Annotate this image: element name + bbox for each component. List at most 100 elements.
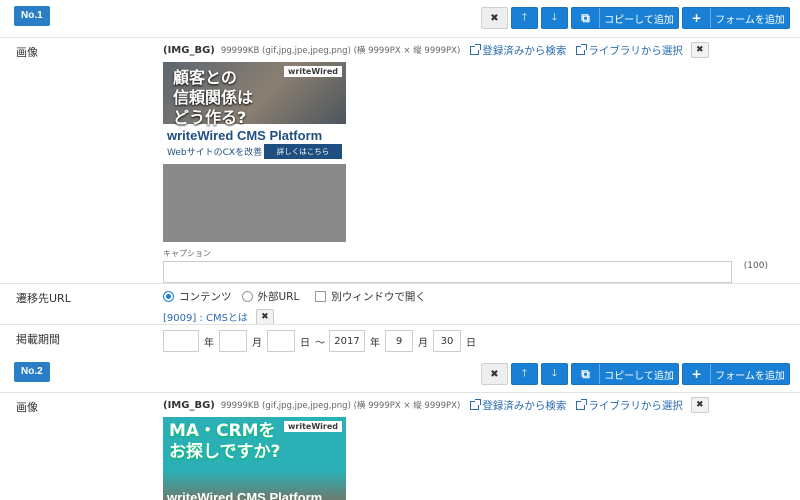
search-registered-link[interactable]: 登録済みから検索 [470, 43, 566, 58]
banner-product: writeWired CMS Platform [167, 490, 323, 500]
linked-content-line: [9009] : CMSとは ✖ [163, 309, 436, 325]
image-key: (IMG_BG) [163, 44, 215, 56]
range-tilde: 〜 [315, 337, 325, 349]
day-unit: 日 [300, 337, 310, 349]
caption-label: キャプション [163, 249, 211, 258]
new-window-option[interactable]: 別ウィンドウで開く [315, 289, 426, 304]
block-number-badge: No.2 [14, 362, 50, 382]
radio-contents-label: コンテンツ [179, 290, 232, 303]
delete-block-button[interactable]: ✖ [481, 363, 508, 385]
new-window-label: 別ウィンドウで開く [331, 290, 426, 303]
clear-image-button[interactable]: ✖ [690, 397, 709, 413]
image-key: (IMG_BG) [163, 399, 215, 411]
day-unit: 日 [466, 337, 476, 349]
image-header: (IMG_BG) 99999KB (gif,jpg,jpe,jpeg,png) … [163, 41, 732, 59]
copy-add-label: コピーして追加 [604, 370, 674, 382]
move-down-button[interactable]: 🡓 [541, 363, 568, 385]
block-toolbar: ✖ 🡑 🡓 ⧉ コピーして追加 + フォームを追加 [481, 363, 790, 385]
banner-text-panel: writeWired CMS Platform WebサイトのCXを改善 詳しく… [163, 124, 346, 164]
copy-icon: ⧉ [572, 364, 600, 384]
move-up-button[interactable]: 🡑 [511, 7, 538, 29]
clear-link-button[interactable]: ✖ [255, 309, 274, 325]
caption-textarea[interactable] [163, 261, 732, 283]
end-month-input[interactable]: 9 [385, 330, 413, 352]
clear-image-button[interactable]: ✖ [690, 42, 709, 58]
radio-contents[interactable] [163, 290, 174, 302]
library-select-label: ライブラリから選択 [588, 399, 683, 412]
end-day-input[interactable]: 30 [433, 330, 461, 352]
arrow-up-icon: 🡑 [521, 11, 528, 23]
radio-contents-option[interactable]: コンテンツ [163, 289, 232, 304]
close-icon: ✖ [490, 368, 499, 380]
start-year-input[interactable] [163, 330, 199, 352]
image-label: 画像 [16, 401, 38, 414]
external-link-icon [470, 398, 482, 410]
close-icon: ✖ [490, 12, 499, 24]
close-icon: ✖ [696, 400, 704, 410]
form-block-2: No.2 ✖ 🡑 🡓 ⧉ コピーして追加 + フォームを追加 [0, 356, 800, 388]
banner-headline: 顧客との 信頼関係は どう作る? [173, 68, 254, 127]
search-registered-label: 登録済みから検索 [482, 399, 567, 412]
image-spec: 99999KB (gif,jpg,jpe,jpeg,png) (横 9999PX… [220, 46, 461, 56]
month-unit: 月 [418, 337, 428, 349]
brand-logo: writeWired [284, 421, 342, 432]
linked-content-link[interactable]: [9009] : CMSとは [163, 309, 248, 325]
arrow-down-icon: 🡓 [551, 11, 558, 23]
copy-add-label: コピーして追加 [604, 14, 674, 26]
image-thumbnail[interactable]: 顧客との 信頼関係は どう作る? writeWired writeWired C… [163, 62, 346, 242]
image-spec: 99999KB (gif,jpg,jpe,jpeg,png) (横 9999PX… [220, 401, 461, 411]
year-unit: 年 [204, 337, 214, 349]
block-header: No.2 ✖ 🡑 🡓 ⧉ コピーして追加 + フォームを追加 [0, 356, 800, 388]
brand-logo: writeWired [284, 66, 342, 77]
block-toolbar: ✖ 🡑 🡓 ⧉ コピーして追加 + フォームを追加 [481, 7, 790, 29]
radio-external[interactable] [241, 290, 253, 302]
banner-sub-row: WebサイトのCXを改善 詳しくはこちら [167, 144, 342, 159]
url-label: 遷移先URL [16, 292, 71, 305]
image-thumbnail[interactable]: MA・CRMを お探しですか? writeWired writeWired CM… [163, 417, 346, 500]
copy-add-button[interactable]: ⧉ コピーして追加 [571, 7, 679, 29]
copy-add-button[interactable]: ⧉ コピーして追加 [571, 363, 679, 385]
move-up-button[interactable]: 🡑 [511, 363, 538, 385]
year-unit: 年 [370, 337, 380, 349]
image-row: 画像 (IMG_BG) 99999KB (gif,jpg,jpe,jpeg,pn… [0, 37, 800, 283]
url-field: コンテンツ 外部URL 別ウィンドウで開く [9009] : CMSとは ✖ [163, 287, 436, 325]
banner-product: writeWired CMS Platform [167, 128, 323, 143]
period-row: 掲載期間 年 月 日 〜 2017 年 9 月 30 日 [0, 324, 800, 359]
external-link-icon [470, 43, 482, 55]
search-registered-link[interactable]: 登録済みから検索 [470, 398, 566, 413]
block-number-badge: No.1 [14, 6, 50, 26]
image-label: 画像 [16, 46, 38, 59]
start-day-input[interactable] [267, 330, 295, 352]
url-row: 遷移先URL コンテンツ 外部URL 別ウィンドウで開く [9009] : CM… [0, 283, 800, 325]
image-field: (IMG_BG) 99999KB (gif,jpg,jpe,jpeg,png) … [163, 41, 732, 283]
month-unit: 月 [252, 337, 262, 349]
close-icon: ✖ [261, 312, 269, 322]
plus-icon: + [683, 364, 711, 384]
arrow-up-icon: 🡑 [521, 367, 528, 379]
move-down-button[interactable]: 🡓 [541, 7, 568, 29]
start-month-input[interactable] [219, 330, 247, 352]
url-options: コンテンツ 外部URL 別ウィンドウで開く [163, 287, 436, 305]
library-select-link[interactable]: ライブラリから選択 [576, 43, 683, 58]
banner-subtitle: WebサイトのCXを改善 [167, 148, 263, 158]
image-header: (IMG_BG) 99999KB (gif,jpg,jpe,jpeg,png) … [163, 396, 709, 414]
block-header: No.1 ✖ 🡑 🡓 ⧉ コピーして追加 + フォームを追加 [0, 0, 800, 32]
add-form-button[interactable]: + フォームを追加 [682, 363, 790, 385]
period-label: 掲載期間 [16, 333, 60, 346]
image-row: 画像 (IMG_BG) 99999KB (gif,jpg,jpe,jpeg,pn… [0, 392, 800, 500]
banner-photo: 顧客との 信頼関係は どう作る? writeWired [163, 62, 346, 127]
radio-external-option[interactable]: 外部URL [241, 289, 299, 304]
external-link-icon [576, 43, 588, 55]
add-form-button[interactable]: + フォームを追加 [682, 7, 790, 29]
library-select-label: ライブラリから選択 [588, 44, 683, 57]
close-icon: ✖ [696, 45, 704, 55]
library-select-link[interactable]: ライブラリから選択 [576, 398, 683, 413]
delete-block-button[interactable]: ✖ [481, 7, 508, 29]
plus-icon: + [683, 8, 711, 28]
date-range: 年 月 日 〜 2017 年 9 月 30 日 [163, 330, 481, 352]
caption-counter: (100) [743, 261, 768, 271]
banner-headline: MA・CRMを お探しですか? [169, 421, 281, 462]
new-window-checkbox[interactable] [315, 290, 327, 302]
arrow-down-icon: 🡓 [551, 367, 558, 379]
end-year-input[interactable]: 2017 [329, 330, 365, 352]
